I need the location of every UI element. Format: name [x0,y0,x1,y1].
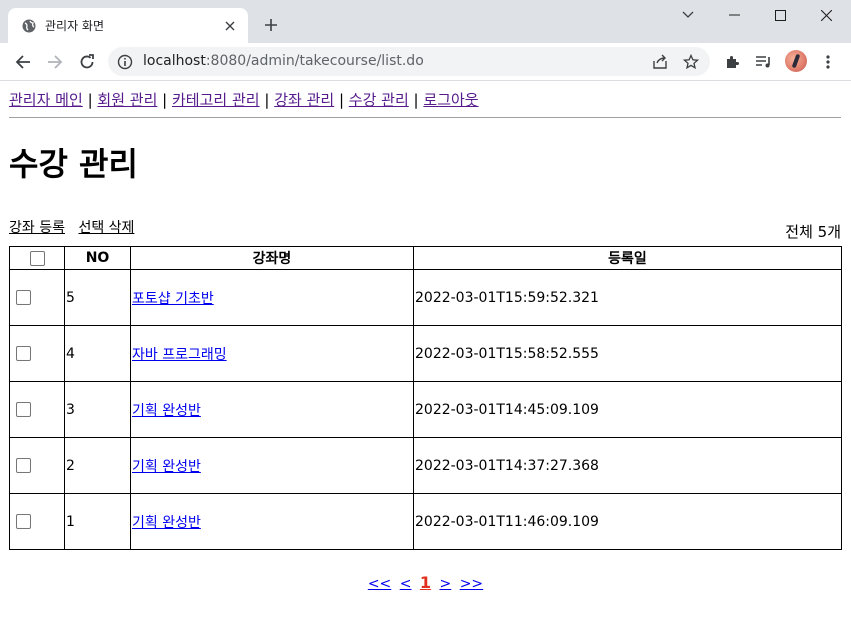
row-course-name-cell: 기획 완성반 [130,381,414,438]
tab-strip: 관리자 화면 [0,0,851,43]
row-no: 2 [64,437,131,494]
nav-separator: | [264,91,270,109]
row-no: 5 [64,269,131,326]
action-links: 강좌 등록 선택 삭제 [9,217,143,237]
row-select-cell [9,493,65,550]
total-count: 전체 5개 [785,223,841,241]
close-icon[interactable] [218,14,242,38]
puzzle-icon[interactable] [720,50,744,74]
row-checkbox[interactable] [16,290,31,305]
back-arrow-icon[interactable] [11,50,35,74]
nav-category-management[interactable]: 카테고리 관리 [172,91,260,109]
header-no: NO [64,246,131,270]
page-first-link[interactable]: << [368,576,391,592]
register-course-link[interactable]: 강좌 등록 [9,220,65,236]
nav-member-management[interactable]: 회원 관리 [97,91,157,109]
row-checkbox[interactable] [16,514,31,529]
row-reg-date: 2022-03-01T15:59:52.321 [413,269,842,326]
row-reg-date: 2022-03-01T11:46:09.109 [413,493,842,550]
page-next-link[interactable]: > [440,576,452,592]
url-host: localhost [143,53,206,69]
row-course-name-cell: 자바 프로그래밍 [130,325,414,382]
course-name-link[interactable]: 자바 프로그래밍 [132,347,227,363]
window-close-icon[interactable] [803,0,849,30]
nav-separator: | [413,91,419,109]
row-no: 1 [64,493,131,550]
nav-separator: | [162,91,168,109]
page-content: 관리자 메인 | 회원 관리 | 카테고리 관리 | 강좌 관리 | 수강 관리… [0,81,851,619]
enrollment-table: NO 강좌명 등록일 5 포토샵 기초반 2022-03-01T15:59:52… [9,246,842,550]
kebab-menu-icon[interactable] [816,50,840,74]
minimize-icon[interactable] [711,0,757,30]
share-icon[interactable] [649,51,671,73]
course-name-link[interactable]: 기획 완성반 [132,403,201,419]
nav-logout[interactable]: 로그아웃 [423,91,478,109]
row-select-cell [9,269,65,326]
forward-arrow-icon[interactable] [43,50,67,74]
profile-avatar[interactable] [785,50,807,72]
row-checkbox[interactable] [16,402,31,417]
media-queue-icon[interactable] [752,50,776,74]
row-course-name-cell: 기획 완성반 [130,493,414,550]
nav-admin-main[interactable]: 관리자 메인 [9,91,83,109]
row-reg-date: 2022-03-01T14:45:09.109 [413,381,842,438]
delete-selected-link[interactable]: 선택 삭제 [78,220,134,236]
select-all-checkbox[interactable] [29,250,45,266]
header-course-name: 강좌명 [130,246,414,270]
info-icon[interactable] [116,53,134,71]
nav-course-management[interactable]: 강좌 관리 [274,91,334,109]
url-text: localhost:8080/admin/takecourse/list.do [143,53,424,69]
row-select-cell [9,325,65,382]
table-header-row: NO 강좌명 등록일 [9,246,842,270]
row-checkbox[interactable] [16,346,31,361]
header-select-all [9,246,65,270]
plus-icon[interactable] [260,14,282,36]
browser-toolbar: localhost:8080/admin/takecourse/list.do [0,43,851,81]
chevron-down-icon[interactable] [665,0,711,30]
page-current-link[interactable]: 1 [420,573,431,592]
admin-nav: 관리자 메인 | 회원 관리 | 카테고리 관리 | 강좌 관리 | 수강 관리… [9,89,479,110]
row-checkbox[interactable] [16,458,31,473]
page-last-link[interactable]: >> [460,576,483,592]
row-no: 4 [64,325,131,382]
course-name-link[interactable]: 기획 완성반 [132,459,201,475]
table-row: 1 기획 완성반 2022-03-01T11:46:09.109 [9,493,842,550]
nav-separator: | [338,91,345,109]
globe-icon [22,19,36,33]
reload-icon[interactable] [75,50,99,74]
table-row: 5 포토샵 기초반 2022-03-01T15:59:52.321 [9,269,842,326]
row-no: 3 [64,381,131,438]
table-row: 3 기획 완성반 2022-03-01T14:45:09.109 [9,381,842,438]
row-reg-date: 2022-03-01T15:58:52.555 [413,325,842,382]
row-select-cell [9,381,65,438]
header-reg-date: 등록일 [413,246,842,270]
page-title: 수강 관리 [9,145,138,183]
star-icon[interactable] [680,51,702,73]
nav-enrollment-management[interactable]: 수강 관리 [349,91,409,109]
pagination: << < 1 > >> [0,573,851,592]
table-row: 2 기획 완성반 2022-03-01T14:37:27.368 [9,437,842,494]
table-row: 4 자바 프로그래밍 2022-03-01T15:58:52.555 [9,325,842,382]
course-name-link[interactable]: 기획 완성반 [132,515,201,531]
maximize-icon[interactable] [757,0,803,30]
row-select-cell [9,437,65,494]
tab-title: 관리자 화면 [45,19,105,33]
address-bar[interactable]: localhost:8080/admin/takecourse/list.do [108,47,710,76]
page-prev-link[interactable]: < [400,576,412,592]
row-course-name-cell: 포토샵 기초반 [130,269,414,326]
url-path: :8080/admin/takecourse/list.do [205,53,424,69]
nav-separator: | [87,91,93,109]
row-course-name-cell: 기획 완성반 [130,437,414,494]
course-name-link[interactable]: 포토샵 기초반 [132,291,214,307]
divider [9,117,841,118]
browser-tab[interactable]: 관리자 화면 [8,8,248,43]
row-reg-date: 2022-03-01T14:37:27.368 [413,437,842,494]
